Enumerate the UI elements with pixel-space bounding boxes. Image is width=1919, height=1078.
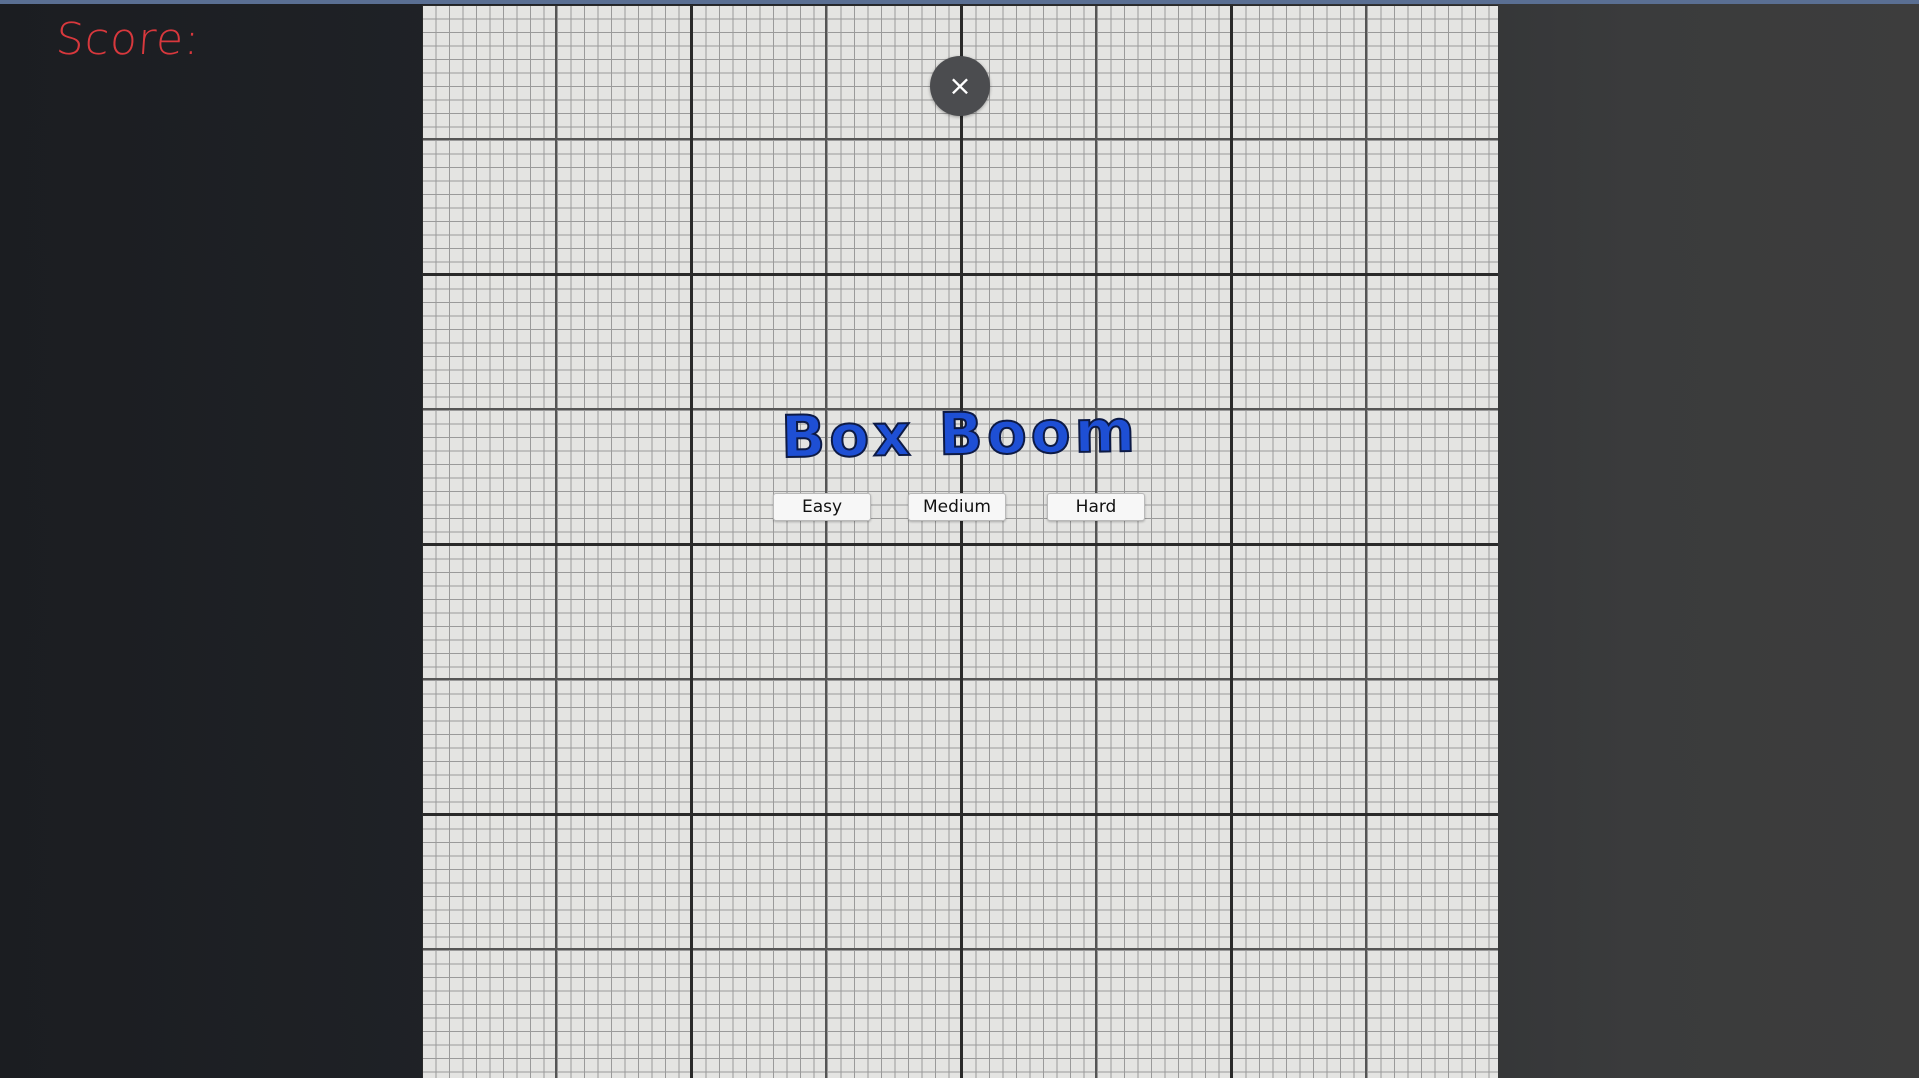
game-board-grid[interactable] [422,5,1498,1078]
top-strip [0,0,1919,4]
hard-button[interactable]: Hard [1047,493,1145,521]
close-icon: × [948,69,972,102]
medium-button[interactable]: Medium [908,493,1006,521]
easy-button[interactable]: Easy [773,493,871,521]
close-button[interactable]: × [930,56,990,116]
score-label: Score: [54,14,202,65]
game-title: Box Boom [779,396,1140,472]
